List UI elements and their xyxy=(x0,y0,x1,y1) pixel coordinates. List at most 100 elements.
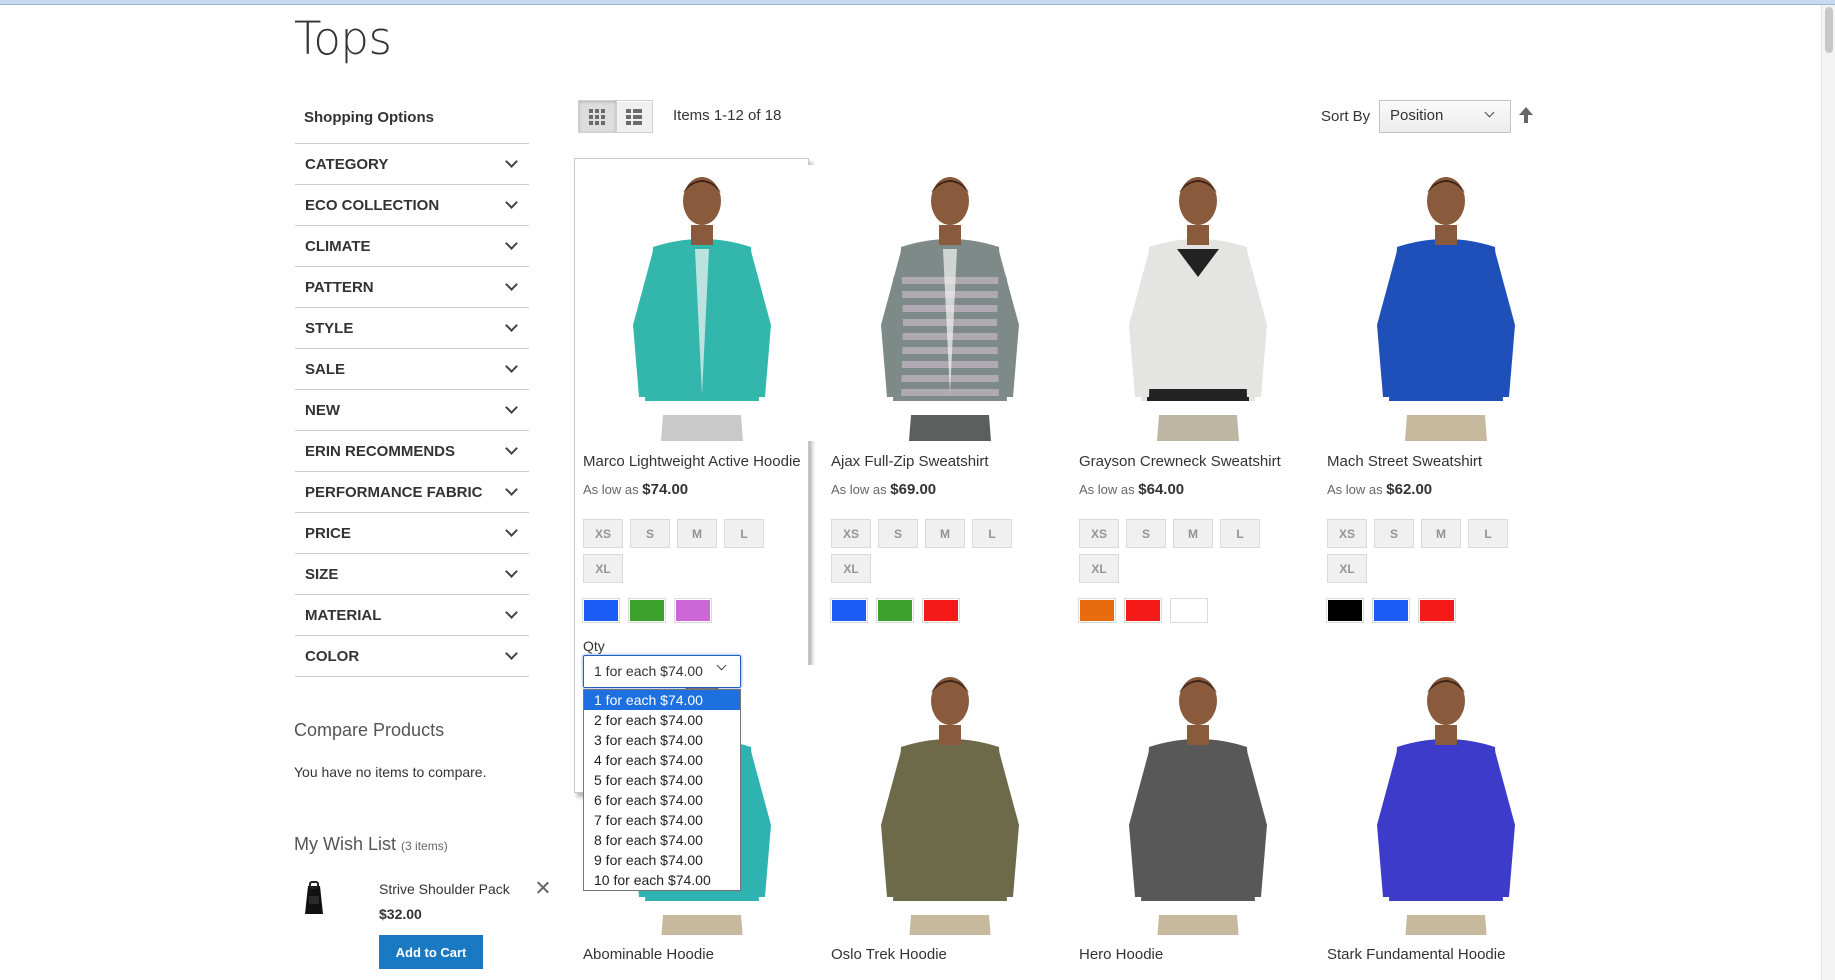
size-swatch-xl[interactable]: XL xyxy=(583,554,623,583)
color-swatch[interactable] xyxy=(1418,598,1456,623)
color-swatch[interactable] xyxy=(830,598,868,623)
filter-label: MATERIAL xyxy=(305,606,382,624)
color-swatch[interactable] xyxy=(1124,598,1162,623)
qty-option[interactable]: 5 for each $74.00 xyxy=(584,770,740,790)
sort-by-select[interactable]: Position xyxy=(1379,100,1511,133)
product-image[interactable] xyxy=(831,165,1069,441)
filter-material[interactable]: MATERIAL xyxy=(295,595,529,636)
product-image[interactable] xyxy=(583,165,821,441)
size-swatch-l[interactable]: L xyxy=(724,519,764,548)
filter-erin-recommends[interactable]: ERIN RECOMMENDS xyxy=(295,431,529,472)
size-swatch-xs[interactable]: XS xyxy=(1327,519,1367,548)
filter-category[interactable]: CATEGORY xyxy=(295,144,529,185)
filter-label: PERFORMANCE FABRIC xyxy=(305,483,483,501)
size-swatch-s[interactable]: S xyxy=(878,519,918,548)
size-swatch-l[interactable]: L xyxy=(1220,519,1260,548)
size-swatch-xl[interactable]: XL xyxy=(1079,554,1119,583)
qty-select[interactable]: 1 for each $74.00 xyxy=(583,655,741,688)
grid-view-icon[interactable] xyxy=(579,101,616,132)
filter-style[interactable]: STYLE xyxy=(295,308,529,349)
product-name[interactable]: Hero Hoodie xyxy=(1079,946,1317,963)
size-options: XS S M L XL xyxy=(1327,519,1547,589)
product-item: Mach Street Sweatshirt As low as $62.00 XS… xyxy=(1326,165,1565,623)
size-swatch-xs[interactable]: XS xyxy=(583,519,623,548)
size-swatch-m[interactable]: M xyxy=(925,519,965,548)
filter-sale[interactable]: SALE xyxy=(295,349,529,390)
shopping-options-sidebar: Shopping Options CATEGORY ECO COLLECTION C… xyxy=(295,100,529,677)
size-swatch-l[interactable]: L xyxy=(1468,519,1508,548)
qty-option[interactable]: 9 for each $74.00 xyxy=(584,850,740,870)
color-swatch[interactable] xyxy=(674,598,712,623)
filter-performance-fabric[interactable]: PERFORMANCE FABRIC xyxy=(295,472,529,513)
product-name[interactable]: Oslo Trek Hoodie xyxy=(831,946,1069,963)
scrollbar-thumb[interactable] xyxy=(1825,7,1833,53)
size-swatch-s[interactable]: S xyxy=(1374,519,1414,548)
filter-eco-collection[interactable]: ECO COLLECTION xyxy=(295,185,529,226)
product-item: Stark Fundamental Hoodie xyxy=(1327,665,1565,963)
qty-option[interactable]: 1 for each $74.00 xyxy=(584,690,740,710)
filter-label: STYLE xyxy=(305,319,354,337)
product-name[interactable]: Abominable Hoodie xyxy=(583,946,821,963)
product-name[interactable]: Mach Street Sweatshirt xyxy=(1327,453,1565,470)
filter-pattern[interactable]: PATTERN xyxy=(295,267,529,308)
size-swatch-m[interactable]: M xyxy=(677,519,717,548)
product-item: Ajax Full-Zip Sweatshirt As low as $69.00… xyxy=(830,165,1069,623)
chevron-down-icon xyxy=(505,565,518,578)
qty-option[interactable]: 7 for each $74.00 xyxy=(584,810,740,830)
filter-label: ERIN RECOMMENDS xyxy=(305,442,456,460)
view-mode-switcher xyxy=(578,100,653,133)
color-swatch[interactable] xyxy=(1078,598,1116,623)
product-image[interactable] xyxy=(1327,665,1565,935)
filter-label: NEW xyxy=(305,401,340,419)
filter-size[interactable]: SIZE xyxy=(295,554,529,595)
color-swatch[interactable] xyxy=(876,598,914,623)
product-name[interactable]: Ajax Full-Zip Sweatshirt xyxy=(831,453,1069,470)
size-swatch-m[interactable]: M xyxy=(1173,519,1213,548)
wishlist-item-name[interactable]: Strive Shoulder Pack xyxy=(379,881,510,897)
qty-option[interactable]: 6 for each $74.00 xyxy=(584,790,740,810)
color-swatch[interactable] xyxy=(1372,598,1410,623)
product-image[interactable] xyxy=(1079,665,1317,935)
wishlist-title-text: My Wish List xyxy=(294,834,397,854)
size-swatch-xs[interactable]: XS xyxy=(831,519,871,548)
product-name[interactable]: Marco Lightweight Active Hoodie xyxy=(583,453,821,470)
color-swatch[interactable] xyxy=(1170,598,1208,623)
sort-ascending-arrow-icon[interactable] xyxy=(1518,106,1534,124)
wishlist-item-thumbnail[interactable] xyxy=(302,880,326,918)
filter-price[interactable]: PRICE xyxy=(295,513,529,554)
size-swatch-s[interactable]: S xyxy=(630,519,670,548)
price-value: $69.00 xyxy=(890,481,937,498)
add-to-cart-button[interactable]: Add to Cart xyxy=(379,935,483,969)
color-swatch[interactable] xyxy=(922,598,960,623)
chevron-down-icon xyxy=(716,660,727,671)
color-swatch[interactable] xyxy=(1326,598,1364,623)
qty-option[interactable]: 3 for each $74.00 xyxy=(584,730,740,750)
filter-climate[interactable]: CLIMATE xyxy=(295,226,529,267)
qty-option[interactable]: 8 for each $74.00 xyxy=(584,830,740,850)
filter-new[interactable]: NEW xyxy=(295,390,529,431)
color-options xyxy=(830,598,1069,623)
chevron-down-icon xyxy=(505,647,518,660)
color-swatch[interactable] xyxy=(628,598,666,623)
product-name[interactable]: Grayson Crewneck Sweatshirt xyxy=(1079,453,1317,470)
size-swatch-m[interactable]: M xyxy=(1421,519,1461,548)
qty-option[interactable]: 10 for each $74.00 xyxy=(584,870,740,890)
vertical-scrollbar[interactable] xyxy=(1821,5,1835,980)
color-swatch[interactable] xyxy=(582,598,620,623)
qty-option[interactable]: 4 for each $74.00 xyxy=(584,750,740,770)
remove-icon[interactable] xyxy=(536,880,550,894)
product-image[interactable] xyxy=(1079,165,1317,441)
size-swatch-xl[interactable]: XL xyxy=(1327,554,1367,583)
product-name[interactable]: Stark Fundamental Hoodie xyxy=(1327,946,1565,963)
size-swatch-xl[interactable]: XL xyxy=(831,554,871,583)
chevron-down-icon xyxy=(505,401,518,414)
size-swatch-s[interactable]: S xyxy=(1126,519,1166,548)
product-image[interactable] xyxy=(1327,165,1565,441)
size-swatch-xs[interactable]: XS xyxy=(1079,519,1119,548)
filter-color[interactable]: COLOR xyxy=(295,636,529,677)
qty-option[interactable]: 2 for each $74.00 xyxy=(584,710,740,730)
product-image[interactable] xyxy=(831,665,1069,935)
size-swatch-l[interactable]: L xyxy=(972,519,1012,548)
chevron-down-icon xyxy=(505,606,518,619)
list-view-icon[interactable] xyxy=(615,101,653,132)
